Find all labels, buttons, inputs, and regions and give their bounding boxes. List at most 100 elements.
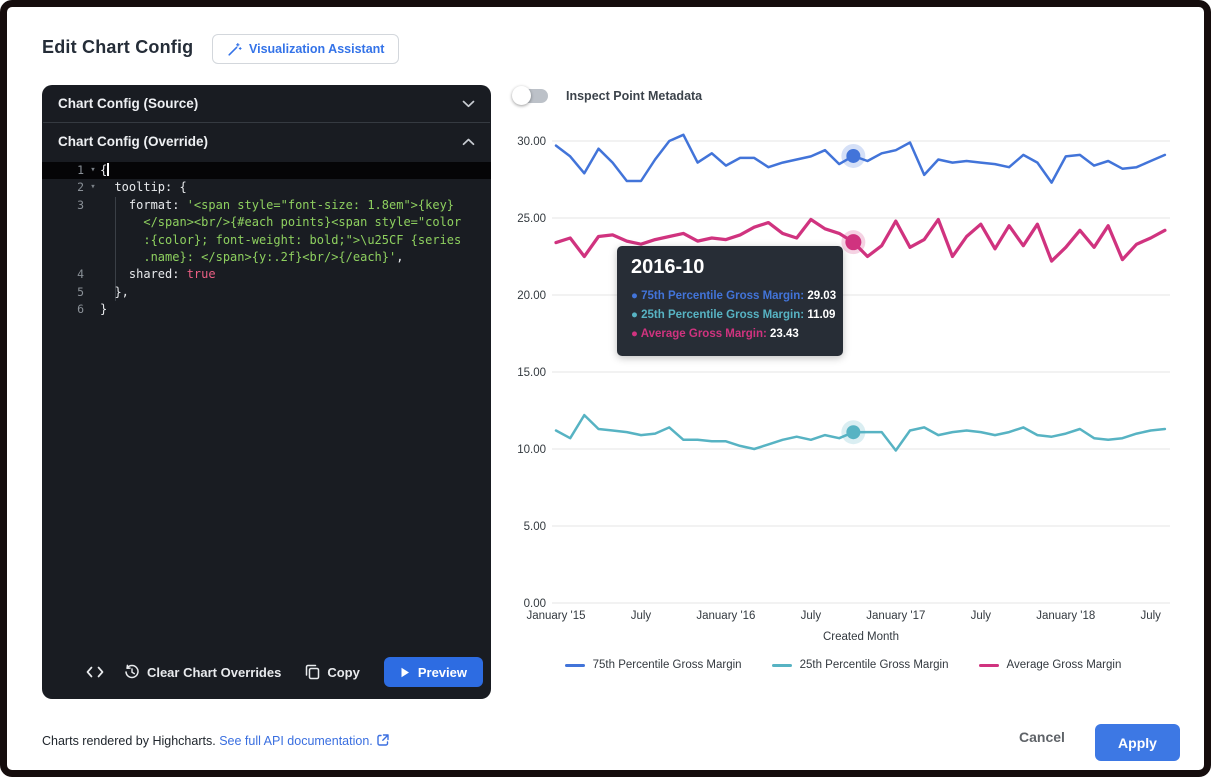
code-text: tooltip: { (100, 179, 187, 196)
visualization-assistant-label: Visualization Assistant (249, 42, 384, 56)
y-axis-label: 15.00 (517, 367, 546, 379)
code-line[interactable]: 4 shared: true (42, 266, 491, 283)
legend-label: Average Gross Margin (1007, 659, 1122, 671)
code-editor[interactable]: 1▾{2▾ tooltip: {3 format: '<span style="… (42, 160, 491, 653)
tooltip-title: 2016-10 (631, 256, 829, 279)
fold-gutter (86, 266, 100, 283)
line-number: 1 (42, 162, 86, 179)
external-link-icon[interactable] (376, 733, 390, 747)
y-axis-label: 30.00 (517, 136, 546, 148)
fold-gutter (86, 249, 100, 266)
credit-text: Charts rendered by Highcharts. (42, 734, 216, 748)
x-axis-label: January '18 (1036, 610, 1095, 622)
line-number (42, 214, 86, 231)
y-axis-label: 20.00 (517, 290, 546, 302)
line-number: 6 (42, 301, 86, 318)
y-axis-label: 25.00 (517, 213, 546, 225)
data-point-marker[interactable] (846, 149, 860, 163)
code-line[interactable]: .name}: </span>{y:.2f}<br/>{/each}', (42, 249, 491, 266)
code-text: } (100, 301, 107, 318)
fold-caret-icon[interactable]: ▾ (86, 162, 100, 179)
line-number: 2 (42, 179, 86, 196)
legend-swatch (979, 664, 999, 667)
text-cursor (107, 163, 109, 176)
copy-button[interactable]: Copy (305, 664, 360, 680)
legend-item[interactable]: Average Gross Margin (979, 659, 1122, 671)
data-point-marker[interactable] (846, 425, 860, 439)
fold-gutter (86, 197, 100, 214)
code-text: :{color}; font-weight: bold;">\u25CF {se… (100, 232, 461, 249)
chart-config-source-header[interactable]: Chart Config (Source) (42, 85, 491, 122)
chevron-down-icon[interactable] (462, 100, 475, 108)
x-axis-label: July (631, 610, 652, 622)
code-text: format: '<span style="font-size: 1.8em">… (100, 197, 454, 214)
line-number: 4 (42, 266, 86, 283)
line-number (42, 232, 86, 249)
code-line[interactable]: 1▾{ (42, 162, 491, 179)
x-axis-label: July (801, 610, 822, 622)
cancel-button[interactable]: Cancel (1019, 729, 1065, 745)
tooltip-row: ● 25th Percentile Gross Margin: 11.09 (631, 306, 829, 325)
magic-wand-icon (227, 42, 242, 57)
edit-chart-config-dialog: Edit Chart Config Visualization Assistan… (0, 0, 1211, 777)
code-text: </span><br/>{#each points}<span style="c… (100, 214, 461, 231)
x-axis-label: January '16 (696, 610, 755, 622)
x-axis-label: January '15 (526, 610, 585, 622)
x-axis-label: January '17 (866, 610, 925, 622)
legend-item[interactable]: 75th Percentile Gross Margin (565, 659, 742, 671)
toggle-knob (512, 86, 531, 105)
preview-button[interactable]: Preview (384, 657, 483, 687)
fold-gutter (86, 284, 100, 301)
code-text: }, (100, 284, 129, 301)
source-header-label: Chart Config (Source) (58, 96, 198, 111)
data-point-marker[interactable] (845, 234, 861, 250)
code-text: shared: true (100, 266, 216, 283)
inspect-point-metadata-label: Inspect Point Metadata (566, 89, 702, 103)
legend-label: 25th Percentile Gross Margin (800, 659, 949, 671)
y-axis-label: 10.00 (517, 444, 546, 456)
api-documentation-link[interactable]: See full API documentation. (219, 734, 373, 748)
code-line[interactable]: 3 format: '<span style="font-size: 1.8em… (42, 197, 491, 214)
fold-gutter (86, 301, 100, 318)
apply-button[interactable]: Apply (1095, 724, 1180, 761)
fold-caret-icon[interactable]: ▾ (86, 179, 100, 196)
y-axis-label: 5.00 (524, 521, 546, 533)
line-number: 3 (42, 197, 86, 214)
page-title: Edit Chart Config (42, 37, 193, 58)
chart-legend: 75th Percentile Gross Margin 25th Percent… (507, 659, 1179, 671)
chart-config-panel: Chart Config (Source) Chart Config (Over… (42, 85, 491, 699)
x-axis-label: July (971, 610, 992, 622)
visualization-assistant-button[interactable]: Visualization Assistant (212, 34, 399, 64)
history-icon (124, 664, 140, 680)
code-text: { (100, 162, 109, 179)
copy-label: Copy (327, 665, 360, 680)
clear-chart-overrides-label: Clear Chart Overrides (147, 665, 281, 680)
fold-gutter (86, 232, 100, 249)
legend-item[interactable]: 25th Percentile Gross Margin (772, 659, 949, 671)
legend-label: 75th Percentile Gross Margin (593, 659, 742, 671)
legend-swatch (772, 664, 792, 667)
code-line[interactable]: 5 }, (42, 284, 491, 301)
chart-tooltip: 2016-10 ● 75th Percentile Gross Margin: … (617, 246, 843, 356)
code-line[interactable]: 2▾ tooltip: { (42, 179, 491, 196)
x-axis-title: Created Month (823, 631, 899, 643)
code-line[interactable]: 6} (42, 301, 491, 318)
chart-config-override-header[interactable]: Chart Config (Override) (42, 123, 491, 160)
tooltip-row: ● Average Gross Margin: 23.43 (631, 325, 829, 344)
inspect-point-metadata-toggle[interactable] (512, 86, 548, 105)
chevron-up-icon[interactable] (462, 138, 475, 146)
line-number (42, 249, 86, 266)
code-line[interactable]: </span><br/>{#each points}<span style="c… (42, 214, 491, 231)
clear-chart-overrides-button[interactable]: Clear Chart Overrides (124, 664, 281, 680)
line-number: 5 (42, 284, 86, 301)
code-text: .name}: </span>{y:.2f}<br/>{/each}', (100, 249, 403, 266)
y-axis-label: 0.00 (524, 598, 546, 610)
code-line[interactable]: :{color}; font-weight: bold;">\u25CF {se… (42, 232, 491, 249)
play-icon (400, 667, 410, 678)
inspect-point-metadata-row: Inspect Point Metadata (512, 86, 702, 105)
legend-swatch (565, 664, 585, 667)
highcharts-credit: Charts rendered by Highcharts. See full … (42, 733, 390, 748)
code-brackets-icon[interactable] (86, 666, 104, 678)
override-header-label: Chart Config (Override) (58, 134, 208, 149)
line-chart[interactable]: 0.00 5.00 10.00 15.00 20.00 25.00 30.00 January… (502, 122, 1182, 662)
